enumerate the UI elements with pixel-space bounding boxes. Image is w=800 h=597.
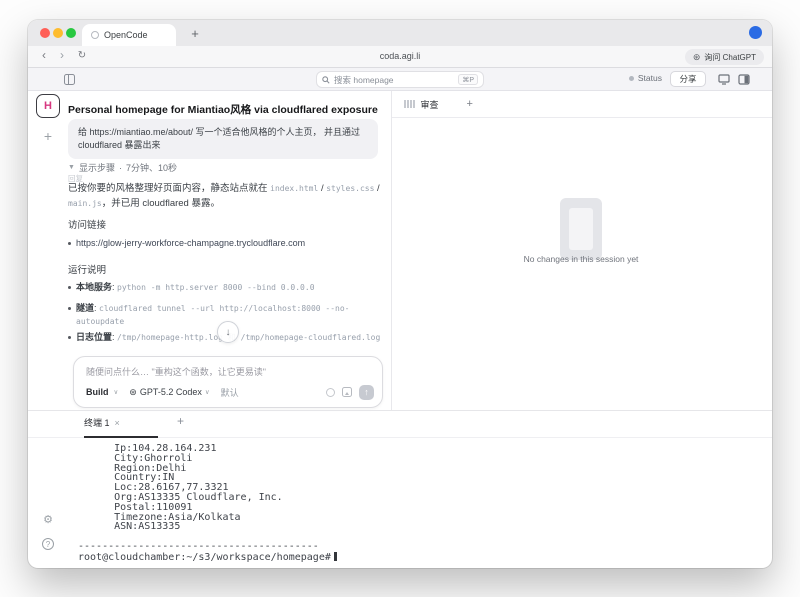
search-icon bbox=[322, 76, 330, 84]
composer-input[interactable]: 随便问点什么… "重构这个函数，让它更易读" bbox=[86, 365, 266, 378]
ask-chatgpt-button[interactable]: ⊛ 询问 ChatGPT bbox=[685, 49, 764, 65]
terminal-tab-1[interactable]: 终端 1 × bbox=[84, 416, 120, 429]
layout-panel-icon[interactable] bbox=[738, 74, 750, 85]
url-bar[interactable]: coda.agi.li bbox=[28, 51, 772, 61]
tunnel-link-item: https://glow-jerry-workforce-champagne.t… bbox=[76, 237, 382, 250]
terminal-prompt: root@cloudchamber:~/s3/workspace/homepag… bbox=[78, 552, 331, 563]
send-button[interactable]: ↑ bbox=[359, 385, 374, 400]
panel-divider bbox=[391, 91, 392, 410]
composer: 随便问点什么… "重构这个函数，让它更易读" Build ∨ ⊛ GPT-5.2… bbox=[73, 356, 383, 408]
arrow-down-icon: ↓ bbox=[226, 327, 231, 338]
tab-favicon-icon bbox=[91, 31, 99, 39]
status-label: Status bbox=[638, 73, 662, 83]
scroll-to-bottom-button[interactable]: ↓ bbox=[217, 321, 239, 343]
diff-bars-icon bbox=[404, 100, 415, 108]
chatgpt-icon: ⊛ bbox=[693, 53, 701, 62]
chevron-down-icon: ▼ bbox=[68, 164, 75, 171]
terminal-separator: ---------------------------------------- bbox=[78, 542, 738, 552]
code-main-js: main.js bbox=[68, 199, 102, 208]
new-session-button[interactable]: + bbox=[36, 126, 60, 146]
show-steps-label: 显示步骤 bbox=[79, 161, 115, 174]
status-indicator[interactable]: Status bbox=[629, 73, 662, 83]
bullet-local-server: 本地服务: python -m http.server 8000 --bind … bbox=[76, 281, 382, 294]
search-shortcut-badge: ⌘P bbox=[458, 74, 478, 85]
tab-title: OpenCode bbox=[104, 30, 148, 40]
terminal-tab-close-icon[interactable]: × bbox=[115, 418, 120, 428]
terminal-output[interactable]: Ip:104.28.164.231 City:Ghorroli Region:D… bbox=[78, 444, 738, 563]
active-tab-underline bbox=[84, 436, 158, 438]
code-logs: /tmp/homepage-http.log 和 /tmp/homepage-c… bbox=[117, 333, 380, 342]
openai-icon: ⊛ bbox=[129, 387, 137, 398]
device-monitor-icon[interactable] bbox=[718, 74, 730, 85]
run-heading: 运行说明 bbox=[68, 262, 106, 276]
tab-review[interactable]: 审查 bbox=[421, 98, 439, 111]
sidebar-toggle-icon[interactable] bbox=[64, 74, 75, 85]
ask-chatgpt-label: 询问 ChatGPT bbox=[704, 52, 756, 63]
mode-caret-icon: ∨ bbox=[114, 388, 119, 396]
attach-image-icon[interactable] bbox=[342, 387, 352, 397]
browser-toolbar: ‹ › ↻ coda.agi.li ⊛ 询问 ChatGPT bbox=[28, 46, 772, 68]
terminal-new-tab-button[interactable]: + bbox=[177, 414, 184, 428]
minimize-window-button[interactable] bbox=[53, 28, 63, 38]
browser-tabstrip: OpenCode + bbox=[28, 20, 772, 46]
status-dot bbox=[629, 76, 634, 81]
record-circle-icon[interactable] bbox=[326, 388, 335, 397]
model-caret-icon: ∨ bbox=[205, 388, 210, 396]
app-header: 搜索 homepage ⌘P Status 分享 bbox=[28, 68, 772, 91]
model-dropdown[interactable]: ⊛ GPT-5.2 Codex ∨ bbox=[129, 387, 209, 398]
browser-tab-opencode[interactable]: OpenCode bbox=[82, 24, 176, 46]
browser-profile-avatar[interactable] bbox=[749, 26, 762, 39]
share-button[interactable]: 分享 bbox=[670, 71, 706, 87]
review-empty-text: No changes in this session yet bbox=[451, 254, 711, 264]
session-avatar[interactable]: H bbox=[36, 94, 60, 118]
review-tabbar: 审查 + bbox=[392, 91, 772, 118]
mode-dropdown[interactable]: Build bbox=[86, 387, 109, 397]
arrow-up-icon: ↑ bbox=[364, 387, 369, 397]
assistant-paragraph: 已按你要的风格整理好页面内容，静态站点就在 index.html / style… bbox=[68, 181, 382, 211]
permission-default-label[interactable]: 默认 bbox=[221, 386, 239, 399]
terminal-line: ASN:AS13335 bbox=[78, 522, 738, 532]
terminal-cursor bbox=[334, 552, 337, 561]
steps-duration: 7分钟、10秒 bbox=[126, 161, 177, 174]
code-tunnel: cloudflared tunnel --url http://localhos… bbox=[76, 304, 349, 326]
user-message: 给 https://miantiao.me/about/ 写一个适合他风格的个人… bbox=[68, 119, 378, 159]
empty-document-icon bbox=[560, 198, 602, 260]
tunnel-link[interactable]: https://glow-jerry-workforce-champagne.t… bbox=[76, 238, 305, 248]
search-placeholder: 搜索 homepage bbox=[334, 74, 454, 86]
zoom-window-button[interactable] bbox=[66, 28, 76, 38]
avatar-letter: H bbox=[44, 100, 52, 112]
review-new-tab-button[interactable]: + bbox=[467, 98, 473, 110]
settings-gear-icon[interactable]: ⚙ bbox=[36, 510, 60, 528]
question-icon: ? bbox=[42, 538, 54, 550]
browser-window: OpenCode + ‹ › ↻ coda.agi.li ⊛ 询问 ChatGP… bbox=[28, 20, 772, 568]
composer-toolbar: Build ∨ ⊛ GPT-5.2 Codex ∨ 默认 ↑ bbox=[86, 384, 374, 400]
links-heading: 访问链接 bbox=[68, 217, 106, 231]
model-label: GPT-5.2 Codex bbox=[140, 387, 202, 397]
terminal-line: Region:Delhi bbox=[78, 464, 738, 474]
terminal-prompt-line: root@cloudchamber:~/s3/workspace/homepag… bbox=[78, 552, 738, 563]
help-button[interactable]: ? bbox=[36, 535, 60, 553]
close-window-button[interactable] bbox=[40, 28, 50, 38]
show-steps-toggle[interactable]: ▼ 显示步骤 · 7分钟、10秒 bbox=[68, 161, 177, 174]
session-title: Personal homepage for Miantiao风格 via clo… bbox=[68, 102, 388, 117]
code-index-html: index.html bbox=[270, 184, 318, 193]
composer-actions: ↑ bbox=[326, 385, 374, 400]
new-tab-button[interactable]: + bbox=[184, 23, 206, 43]
steps-separator: · bbox=[119, 163, 122, 173]
code-local-server: python -m http.server 8000 --bind 0.0.0.… bbox=[117, 283, 314, 292]
search-input[interactable]: 搜索 homepage ⌘P bbox=[316, 71, 484, 88]
screen: OpenCode + ‹ › ↻ coda.agi.li ⊛ 询问 ChatGP… bbox=[0, 0, 800, 597]
code-styles-css: styles.css bbox=[326, 184, 374, 193]
terminal-tabbar: 终端 1 × + bbox=[28, 411, 772, 438]
